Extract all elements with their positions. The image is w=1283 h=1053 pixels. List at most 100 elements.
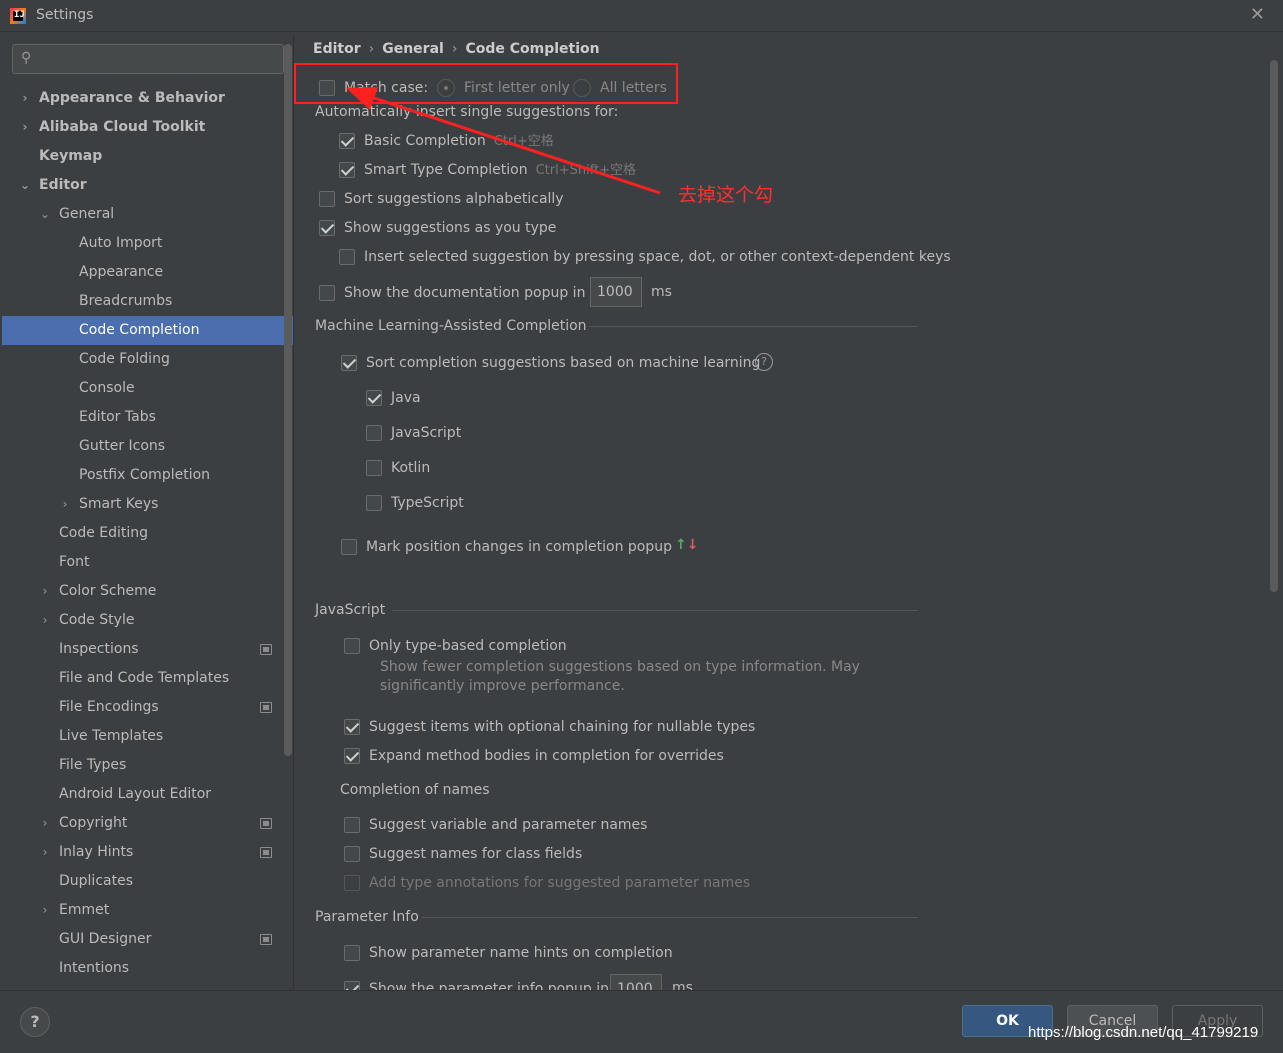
sidebar-item-font[interactable]: Font — [2, 548, 293, 577]
sidebar-item-console[interactable]: Console — [2, 374, 293, 403]
sidebar-item-label: Gutter Icons — [79, 438, 166, 454]
chevron-right-icon[interactable]: › — [59, 490, 71, 519]
js-optional-chaining-label: Suggest items with optional chaining for… — [369, 719, 756, 735]
sidebar-item-appearance[interactable]: Appearance — [2, 258, 293, 287]
smart-completion-label: Smart Type Completion — [364, 162, 528, 178]
sidebar-item-duplicates[interactable]: Duplicates — [2, 867, 293, 896]
js-type-based-checkbox[interactable] — [344, 638, 360, 654]
sidebar-item-breadcrumbs[interactable]: Breadcrumbs — [2, 287, 293, 316]
sidebar-item-code-completion[interactable]: Code Completion — [2, 316, 293, 345]
sidebar-item-auto-import[interactable]: Auto Import — [2, 229, 293, 258]
sidebar-item-label: Code Completion — [79, 322, 200, 338]
chevron-right-icon[interactable]: › — [39, 809, 51, 838]
chevron-right-icon[interactable]: › — [39, 606, 51, 635]
sidebar-item-label: GUI Designer — [59, 931, 152, 947]
breadcrumb-general[interactable]: General — [382, 41, 444, 57]
close-icon[interactable]: ✕ — [1250, 4, 1265, 25]
sidebar-item-label: Appearance & Behavior — [39, 90, 225, 106]
sidebar-item-smart-keys[interactable]: › Smart Keys — [2, 490, 293, 519]
sidebar-item-label: Keymap — [39, 148, 103, 164]
sidebar-item-label: Code Editing — [59, 525, 149, 541]
sidebar-item-label: Postfix Completion — [79, 467, 211, 483]
js-expand-method-checkbox[interactable] — [344, 748, 360, 764]
chevron-right-icon[interactable]: › — [39, 838, 51, 867]
sidebar-item-alibaba-cloud-toolkit[interactable]: › Alibaba Cloud Toolkit — [2, 113, 293, 142]
js-type-annot-checkbox[interactable] — [344, 875, 360, 891]
js-class-fields-checkbox[interactable] — [344, 846, 360, 862]
sidebar-item-keymap[interactable]: Keymap — [2, 142, 293, 171]
sidebar-item-inspections[interactable]: Inspections — [2, 635, 293, 664]
chevron-right-icon[interactable]: › — [39, 896, 51, 925]
search-input[interactable] — [41, 49, 277, 69]
sidebar-item-intentions[interactable]: Intentions — [2, 954, 293, 983]
sidebar-item-live-templates[interactable]: Live Templates — [2, 722, 293, 751]
smart-completion-checkbox[interactable] — [339, 162, 355, 178]
content-scrollbar[interactable] — [1270, 60, 1278, 592]
breadcrumb-editor[interactable]: Editor — [313, 41, 361, 57]
chevron-down-icon[interactable]: ⌄ — [39, 200, 51, 229]
sidebar-item-file-types[interactable]: File Types — [2, 751, 293, 780]
chevron-right-icon[interactable]: › — [19, 84, 31, 113]
breadcrumb-separator: › — [451, 41, 458, 57]
sidebar-item-color-scheme[interactable]: › Color Scheme — [2, 577, 293, 606]
sidebar-item-inlay-hints[interactable]: › Inlay Hints — [2, 838, 293, 867]
doc-popup-delay-input[interactable]: 1000 — [590, 277, 642, 307]
sort-alpha-checkbox[interactable] — [319, 191, 335, 207]
ml-mark-label: Mark position changes in completion popu… — [366, 539, 673, 555]
sidebar-item-code-folding[interactable]: Code Folding — [2, 345, 293, 374]
ml-typescript-checkbox[interactable] — [366, 495, 382, 511]
sidebar-item-editor[interactable]: ⌄ Editor — [2, 171, 293, 200]
chevron-right-icon[interactable]: › — [39, 577, 51, 606]
ml-sort-checkbox[interactable] — [341, 355, 357, 371]
insert-selected-checkbox[interactable] — [339, 249, 355, 265]
sidebar-item-label: Emmet — [59, 902, 110, 918]
sidebar-item-label: Android Layout Editor — [59, 786, 212, 802]
sidebar-item-general[interactable]: ⌄ General — [2, 200, 293, 229]
sidebar-item-appearance-behavior[interactable]: › Appearance & Behavior — [2, 84, 293, 113]
settings-search[interactable]: ⚲ — [12, 44, 284, 74]
js-section-title: JavaScript — [315, 602, 386, 618]
ml-java-checkbox[interactable] — [366, 390, 382, 406]
chevron-down-icon[interactable]: ⌄ — [19, 171, 31, 200]
watermark-text: https://blog.csdn.net/qq_41799219 — [1028, 1024, 1259, 1041]
param-hints-checkbox[interactable] — [344, 945, 360, 961]
js-var-names-checkbox[interactable] — [344, 817, 360, 833]
sidebar-item-file-and-code-templates[interactable]: File and Code Templates — [2, 664, 293, 693]
sidebar-item-label: Code Style — [59, 612, 135, 628]
sidebar-item-gutter-icons[interactable]: Gutter Icons — [2, 432, 293, 461]
sidebar-item-label: Color Scheme — [59, 583, 157, 599]
param-popup-delay-input[interactable]: 1000 — [610, 974, 662, 990]
sidebar-item-code-style[interactable]: › Code Style — [2, 606, 293, 635]
sidebar-scrollbar[interactable] — [284, 44, 292, 756]
sidebar-item-label: Alibaba Cloud Toolkit — [39, 119, 206, 135]
sidebar-item-postfix-completion[interactable]: Postfix Completion — [2, 461, 293, 490]
ml-javascript-checkbox[interactable] — [366, 425, 382, 441]
ml-kotlin-checkbox[interactable] — [366, 460, 382, 476]
basic-completion-checkbox[interactable] — [339, 133, 355, 149]
show-as-type-checkbox[interactable] — [319, 220, 335, 236]
sidebar-item-android-layout-editor[interactable]: Android Layout Editor — [2, 780, 293, 809]
sidebar-item-label: Breadcrumbs — [79, 293, 173, 309]
sidebar-item-copyright[interactable]: › Copyright — [2, 809, 293, 838]
sidebar-item-label: Font — [59, 554, 90, 570]
sidebar-item-label: File Types — [59, 757, 127, 773]
chevron-right-icon[interactable]: › — [19, 113, 31, 142]
sidebar-item-gui-designer[interactable]: GUI Designer — [2, 925, 293, 954]
param-popup-unit: ms — [672, 980, 693, 990]
sidebar-item-emmet[interactable]: › Emmet — [2, 896, 293, 925]
help-button[interactable]: ? — [20, 1007, 50, 1037]
js-optional-chaining-checkbox[interactable] — [344, 719, 360, 735]
help-icon[interactable]: ? — [755, 353, 773, 371]
sidebar-item-file-encodings[interactable]: File Encodings — [2, 693, 293, 722]
js-class-fields-label: Suggest names for class fields — [369, 846, 583, 862]
project-scope-icon — [260, 644, 272, 655]
js-type-based-description: Show fewer completion suggestions based … — [380, 659, 860, 694]
position-change-arrows-icon: ↑↓ — [675, 537, 699, 553]
ml-mark-checkbox[interactable] — [341, 539, 357, 555]
doc-popup-checkbox[interactable] — [319, 285, 335, 301]
sidebar-item-code-editing[interactable]: Code Editing — [2, 519, 293, 548]
sidebar-item-editor-tabs[interactable]: Editor Tabs — [2, 403, 293, 432]
param-popup-checkbox[interactable] — [344, 981, 360, 990]
ml-java-label: Java — [391, 390, 421, 406]
js-var-names-label: Suggest variable and parameter names — [369, 817, 648, 833]
